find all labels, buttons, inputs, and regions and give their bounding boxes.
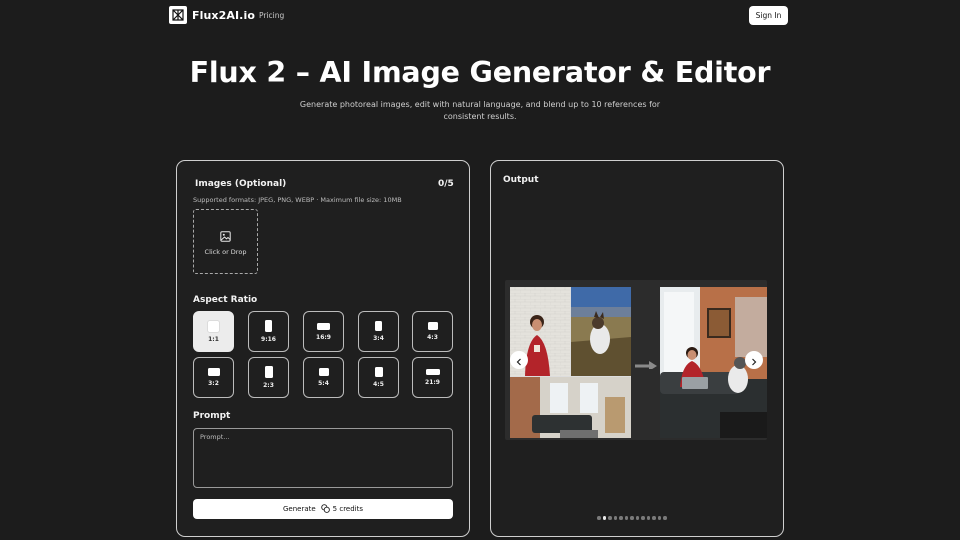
brand-name: Flux2AI.io [192, 8, 255, 22]
aspect-ratio-9-16[interactable]: 9:16 [248, 311, 289, 352]
carousel-dot[interactable] [624, 516, 628, 520]
aspect-ratio-3-2[interactable]: 3:2 [193, 357, 234, 398]
ratio-landscape-shape [425, 369, 440, 375]
carousel-prev-button[interactable] [510, 351, 528, 369]
ratio-portrait-shape [374, 367, 383, 377]
collage-graphic [510, 287, 631, 438]
page-title: Flux 2 – AI Image Generator & Editor [189, 56, 771, 89]
ratio-label: 21:9 [425, 379, 440, 386]
dropzone-label: Click or Drop [204, 248, 247, 256]
credits-icon [320, 503, 330, 515]
ratio-label: 9:16 [261, 336, 276, 343]
ratio-label: 1:1 [208, 335, 219, 343]
prompt-title: Prompt [193, 411, 231, 421]
image-dropzone[interactable]: Click or Drop [193, 209, 258, 274]
images-section-title: Images (Optional) [195, 179, 287, 189]
carousel-dot[interactable] [630, 516, 634, 520]
aspect-ratio-grid: 1:1 9:16 16:9 3:4 4:3 3:2 2:3 5:4 4:5 21… [193, 311, 454, 399]
ratio-landscape-shape [318, 368, 329, 376]
ratio-label: 3:4 [373, 335, 384, 342]
example-carousel [505, 280, 767, 440]
aspect-ratio-16-9[interactable]: 16:9 [303, 311, 344, 352]
top-nav: Flux2AI.io Pricing Sign In [0, 0, 960, 32]
output-title: Output [503, 175, 539, 185]
carousel-dot[interactable] [608, 516, 612, 520]
carousel-dot[interactable] [597, 516, 601, 520]
aspect-ratio-3-4[interactable]: 3:4 [358, 311, 399, 352]
ratio-label: 4:5 [373, 381, 384, 388]
carousel-dot[interactable] [641, 516, 645, 520]
brand-logo[interactable]: Flux2AI.io [169, 6, 255, 24]
ratio-label: 4:3 [427, 334, 438, 341]
carousel-dot[interactable] [663, 516, 667, 520]
logo-icon [169, 6, 187, 24]
images-count: 0/5 [438, 179, 454, 189]
aspect-ratio-21-9[interactable]: 21:9 [412, 357, 453, 398]
transform-arrow-icon [633, 357, 659, 369]
carousel-dot[interactable] [635, 516, 639, 520]
carousel-dot[interactable] [619, 516, 623, 520]
sign-in-button[interactable]: Sign In [749, 6, 788, 25]
ratio-landscape-shape [207, 368, 220, 376]
aspect-ratio-title: Aspect Ratio [193, 295, 258, 305]
chevron-right-icon [750, 351, 758, 370]
ratio-landscape-shape [427, 322, 438, 330]
ratio-label: 16:9 [316, 333, 331, 341]
ratio-label: 3:2 [208, 380, 219, 387]
formats-note: Supported formats: JPEG, PNG, WEBP · Max… [193, 196, 402, 204]
carousel-dot[interactable] [652, 516, 656, 520]
page-subtitle: Generate photoreal images, edit with nat… [299, 100, 661, 121]
aspect-ratio-2-3[interactable]: 2:3 [248, 357, 289, 398]
aspect-ratio-1-1[interactable]: 1:1 [193, 311, 234, 352]
generate-label: Generate [282, 505, 316, 513]
carousel-dot[interactable] [646, 516, 650, 520]
image-icon [220, 227, 231, 246]
nav-link-pricing[interactable]: Pricing [259, 11, 284, 20]
chevron-left-icon [515, 351, 523, 370]
carousel-dots [597, 516, 667, 520]
carousel-dot[interactable] [657, 516, 661, 520]
credits-label: 5 credits [332, 505, 364, 513]
aspect-ratio-4-5[interactable]: 4:5 [358, 357, 399, 398]
carousel-dot[interactable] [613, 516, 617, 520]
aspect-ratio-5-4[interactable]: 5:4 [303, 357, 344, 398]
ratio-portrait-shape [264, 366, 273, 378]
aspect-ratio-4-3[interactable]: 4:3 [412, 311, 453, 352]
output-panel: Output [490, 160, 784, 537]
ratio-label: 2:3 [263, 382, 274, 389]
ratio-label: 5:4 [318, 380, 329, 387]
ratio-landscape-shape [317, 322, 330, 330]
example-input-collage [510, 287, 631, 438]
ratio-portrait-shape [265, 320, 272, 332]
ratio-square-shape [208, 320, 219, 332]
generate-button[interactable]: Generate 5 credits [193, 499, 453, 519]
carousel-next-button[interactable] [745, 351, 763, 369]
prompt-input[interactable] [193, 428, 453, 488]
ratio-portrait-shape [375, 321, 382, 331]
generator-panel: Images (Optional) 0/5 Supported formats:… [176, 160, 470, 537]
carousel-dot[interactable] [602, 516, 606, 520]
